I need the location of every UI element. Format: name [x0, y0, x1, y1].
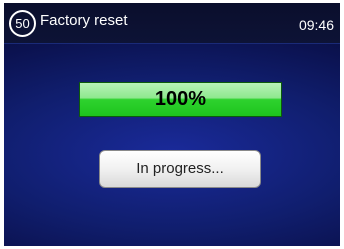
in-progress-button[interactable]: In progress... — [99, 150, 261, 188]
title-bar: 50 Factory reset 09:46 — [4, 3, 340, 44]
step-badge: 50 — [9, 10, 36, 37]
progress-bar: 100% — [79, 82, 282, 117]
device-screen: 50 Factory reset 09:46 100% In progress.… — [4, 3, 340, 246]
progress-label: 100% — [154, 88, 207, 110]
clock: 09:46 — [298, 17, 334, 33]
page-title: Factory reset — [40, 12, 128, 29]
